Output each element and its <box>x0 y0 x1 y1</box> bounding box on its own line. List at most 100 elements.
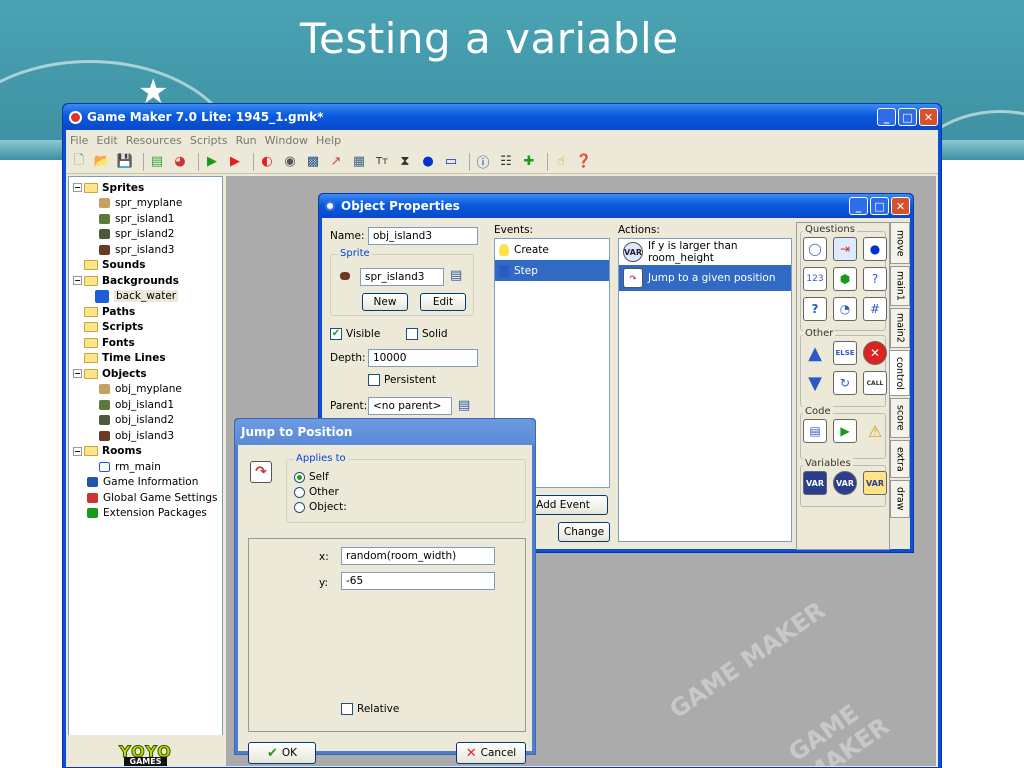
jump-dialog-titlebar[interactable]: Jump to Position <box>235 419 535 445</box>
window-titlebar[interactable]: Game Maker 7.0 Lite: 1945_1.gmk* _ □ ✕ <box>63 104 941 130</box>
tree-item-rm-main[interactable]: rm_main <box>73 459 222 475</box>
start-block-icon[interactable]: ▲ <box>803 341 827 365</box>
cancel-button[interactable]: ✕ Cancel <box>456 742 526 764</box>
add-room-icon[interactable]: ▭ <box>442 153 460 171</box>
execute-script-icon[interactable]: ▶ <box>833 419 857 443</box>
check-question-icon[interactable]: ? <box>863 267 887 291</box>
object-properties-titlebar[interactable]: Object Properties _ □ ✕ <box>319 194 913 218</box>
test-instance-count-icon[interactable]: 123 <box>803 267 827 291</box>
tree-item-objects[interactable]: − Objects <box>73 366 222 382</box>
close-button[interactable]: ✕ <box>919 108 938 126</box>
else-icon[interactable]: ELSE <box>833 341 857 365</box>
game-information-icon[interactable]: ⓘ <box>474 153 492 171</box>
tree-item-sounds[interactable]: Sounds <box>73 258 222 274</box>
comment-icon[interactable]: ⚠ <box>863 419 887 443</box>
tree-item-spr-island3[interactable]: spr_island3 <box>73 242 222 258</box>
run-debug-icon[interactable]: ▶ <box>226 153 244 171</box>
tab-extra[interactable]: extra <box>890 440 910 478</box>
event-create[interactable]: Create <box>495 239 609 260</box>
persistent-checkbox[interactable]: Persistent <box>368 374 436 386</box>
tree-item-global-game-settings[interactable]: Global Game Settings <box>73 490 222 506</box>
tree-item-spr-island2[interactable]: spr_island2 <box>73 227 222 243</box>
menu-file[interactable]: File <box>70 134 88 147</box>
create-executable-icon[interactable]: ▤ <box>148 153 166 171</box>
maximize-button[interactable]: □ <box>870 197 889 215</box>
draw-variable-icon[interactable]: VAR <box>863 471 887 495</box>
tree-item-fonts[interactable]: Fonts <box>73 335 222 351</box>
call-event-icon[interactable]: CALL <box>863 371 887 395</box>
check-empty-icon[interactable]: ◯ <box>803 237 827 261</box>
edit-sprite-button[interactable]: Edit <box>420 293 466 311</box>
publish-icon[interactable]: ◕ <box>171 153 189 171</box>
tab-move[interactable]: move <box>890 222 910 264</box>
check-collision-icon[interactable]: ⇥ <box>833 237 857 261</box>
repeat-icon[interactable]: ↻ <box>833 371 857 395</box>
minimize-button[interactable]: _ <box>849 197 868 215</box>
add-sound-icon[interactable]: ◉ <box>281 153 299 171</box>
tree-item-extension-packages[interactable]: Extension Packages <box>73 506 222 522</box>
action-if-variable[interactable]: VAR If y is larger than room_height <box>619 239 791 265</box>
tree-item-backgrounds[interactable]: − Backgrounds <box>73 273 222 289</box>
help-hand-icon[interactable]: ☝ <box>552 153 570 171</box>
check-grid-icon[interactable]: # <box>863 297 887 321</box>
add-timeline-icon[interactable]: ⧗ <box>396 153 414 171</box>
solid-checkbox[interactable]: Solid <box>406 328 448 340</box>
x-input[interactable]: random(room_width) <box>341 547 495 565</box>
menu-help[interactable]: Help <box>316 134 341 147</box>
check-mouse-icon[interactable]: ◔ <box>833 297 857 321</box>
maximize-button[interactable]: □ <box>898 108 917 126</box>
tree-item-obj-island2[interactable]: obj_island2 <box>73 413 222 429</box>
sprite-select[interactable]: spr_island3 <box>360 268 444 286</box>
relative-checkbox[interactable]: Relative <box>341 703 399 715</box>
new-file-icon[interactable]: 🗋 <box>70 153 88 171</box>
check-object-icon[interactable]: ● <box>863 237 887 261</box>
tab-draw[interactable]: draw <box>890 480 910 518</box>
tree-item-spr-myplane[interactable]: spr_myplane <box>73 196 222 212</box>
add-object-icon[interactable]: ● <box>419 153 437 171</box>
y-input[interactable]: -65 <box>341 572 495 590</box>
help-icon[interactable]: ❓ <box>575 153 593 171</box>
close-button[interactable]: ✕ <box>891 197 910 215</box>
tree-item-back-water[interactable]: back_water <box>73 289 222 305</box>
tree-item-game-information[interactable]: Game Information <box>73 475 222 491</box>
menu-scripts[interactable]: Scripts <box>190 134 228 147</box>
set-variable-icon[interactable]: VAR <box>803 471 827 495</box>
self-radio[interactable]: Self <box>294 471 329 483</box>
tree-item-rooms[interactable]: − Rooms <box>73 444 222 460</box>
tab-control[interactable]: control <box>890 350 910 396</box>
parent-select[interactable]: <no parent> <box>368 397 452 415</box>
tab-main2[interactable]: main2 <box>890 308 910 348</box>
add-font-icon[interactable]: Tт <box>373 153 391 171</box>
menu-resources[interactable]: Resources <box>126 134 182 147</box>
run-game-icon[interactable]: ▶ <box>203 153 221 171</box>
tree-item-obj-island1[interactable]: obj_island1 <box>73 397 222 413</box>
sprite-menu-icon[interactable]: ▤ <box>450 268 462 283</box>
tree-item-spr-island1[interactable]: spr_island1 <box>73 211 222 227</box>
object-radio[interactable]: Object: <box>294 501 347 513</box>
parent-menu-icon[interactable]: ▤ <box>458 398 470 413</box>
menu-run[interactable]: Run <box>236 134 257 147</box>
add-script-icon[interactable]: ▦ <box>350 153 368 171</box>
tree-item-obj-myplane[interactable]: obj_myplane <box>73 382 222 398</box>
tree-item-sprites[interactable]: − Sprites <box>73 180 222 196</box>
add-sprite-icon[interactable]: ◐ <box>258 153 276 171</box>
tree-item-scripts[interactable]: Scripts <box>73 320 222 336</box>
other-radio[interactable]: Other <box>294 486 339 498</box>
save-icon[interactable]: 💾 <box>116 153 134 171</box>
visible-checkbox[interactable]: ✔ Visible <box>330 328 380 340</box>
test-expression-icon[interactable]: ? <box>803 297 827 321</box>
change-event-button[interactable]: Change <box>558 522 610 542</box>
tab-main1[interactable]: main1 <box>890 266 910 306</box>
name-input[interactable]: obj_island3 <box>368 227 478 245</box>
extension-packages-icon[interactable]: ✚ <box>520 153 538 171</box>
action-jump-to-position[interactable]: ↷ Jump to a given position <box>619 265 791 291</box>
depth-input[interactable]: 10000 <box>368 349 478 367</box>
end-block-icon[interactable]: ▼ <box>803 371 827 395</box>
tree-item-obj-island3[interactable]: obj_island3 <box>73 428 222 444</box>
add-path-icon[interactable]: ↗ <box>327 153 345 171</box>
tree-item-time-lines[interactable]: Time Lines <box>73 351 222 367</box>
menu-edit[interactable]: Edit <box>96 134 117 147</box>
ok-button[interactable]: ✔ OK <box>248 742 316 764</box>
global-settings-icon[interactable]: ☷ <box>497 153 515 171</box>
add-background-icon[interactable]: ▩ <box>304 153 322 171</box>
